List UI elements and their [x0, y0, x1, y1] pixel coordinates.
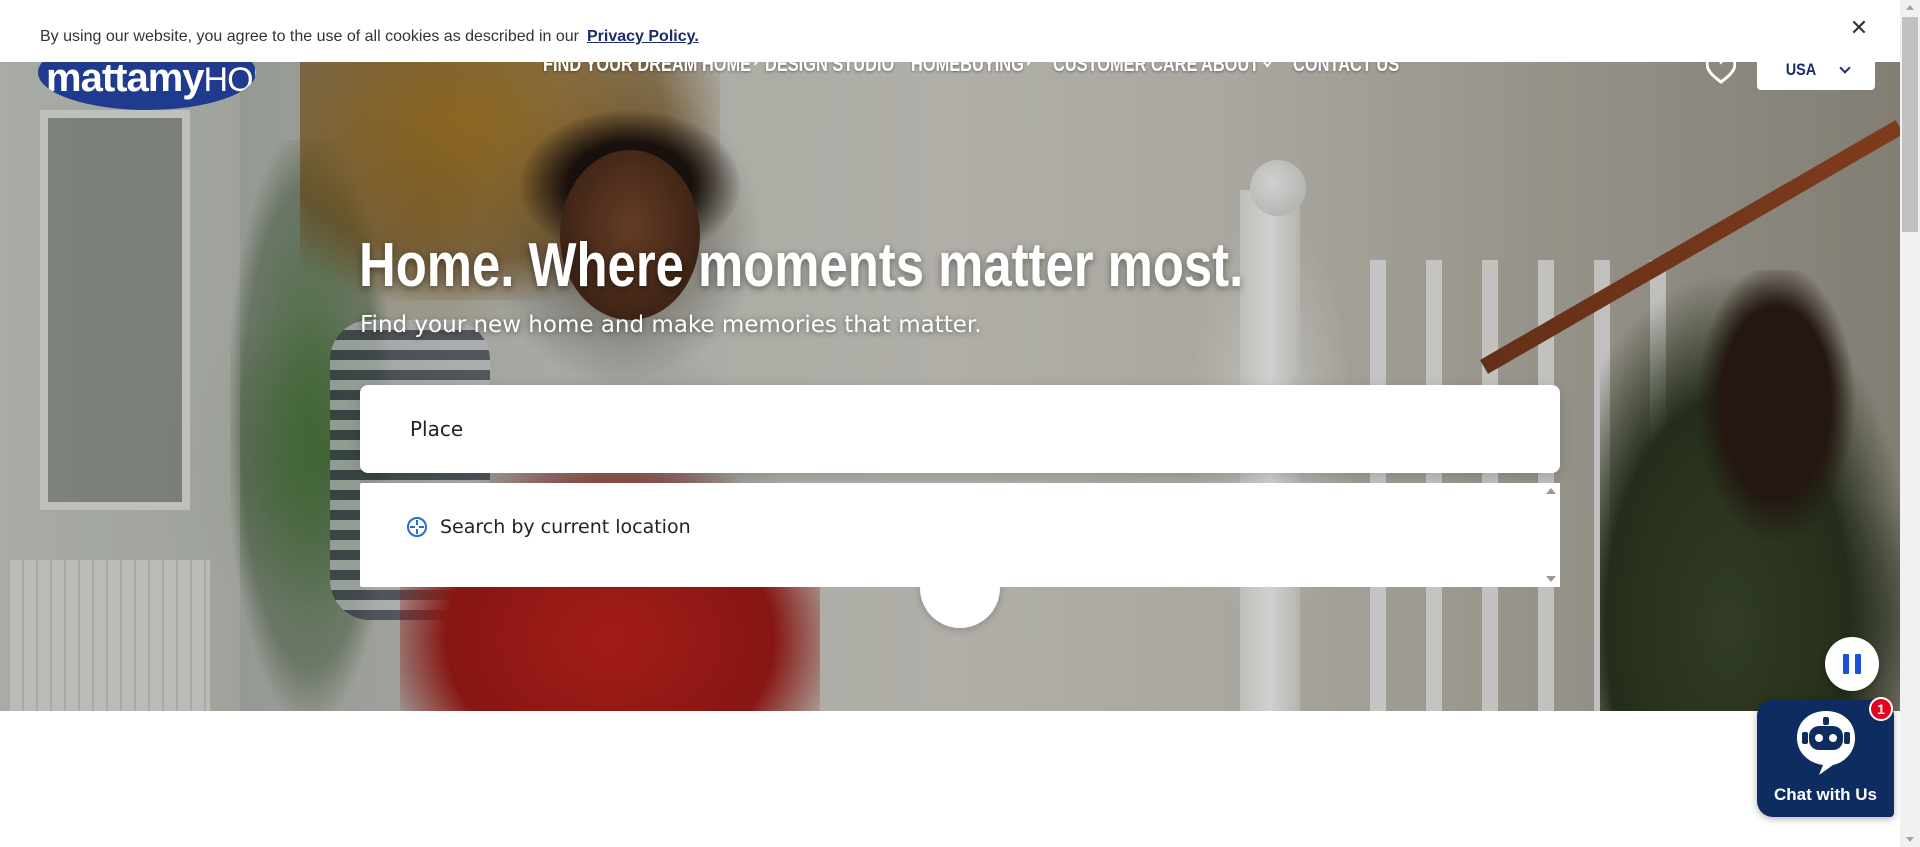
current-location-label: Search by current location — [440, 516, 691, 538]
scroll-up-arrow-icon[interactable] — [1906, 5, 1914, 10]
suggestions-scrollbar[interactable] — [1544, 483, 1560, 587]
logo-wordmark: mattamyHOMES — [46, 56, 256, 100]
scrollbar-thumb[interactable] — [1902, 17, 1918, 232]
hero-headline: Home. Where moments matter most. — [359, 231, 1244, 300]
country-label: USA — [1785, 60, 1817, 79]
pause-icon — [1843, 654, 1849, 674]
chat-notification-badge: 1 — [1869, 697, 1893, 721]
close-icon[interactable]: ✕ — [1845, 14, 1873, 42]
scroll-down-arrow-icon[interactable] — [1546, 576, 1556, 582]
crosshair-icon — [407, 517, 427, 537]
video-pause-button[interactable] — [1825, 637, 1879, 691]
search-current-location-option[interactable]: Search by current location — [406, 516, 691, 538]
chatbot-icon — [1797, 711, 1855, 775]
page-scrollbar[interactable] — [1900, 0, 1920, 847]
search-suggestions: Search by current location — [360, 483, 1560, 587]
chevron-down-icon — [1839, 61, 1851, 74]
page: mattamyHOMES FIND YOUR DREAM HOME DESIGN… — [0, 0, 1920, 847]
hero-subhead: Find your new home and make memories tha… — [360, 312, 982, 338]
search-input[interactable] — [360, 385, 1560, 473]
scroll-down-arrow-icon[interactable] — [1906, 837, 1914, 842]
chat-label: Chat with Us — [1774, 785, 1877, 804]
scroll-up-arrow-icon[interactable] — [1546, 488, 1556, 494]
pause-icon-bar — [1855, 654, 1861, 674]
search-box — [360, 385, 1560, 473]
cookie-text: By using our website, you agree to the u… — [40, 28, 699, 45]
privacy-policy-link[interactable]: Privacy Policy. — [587, 28, 699, 45]
cookie-banner: By using our website, you agree to the u… — [0, 0, 1900, 62]
